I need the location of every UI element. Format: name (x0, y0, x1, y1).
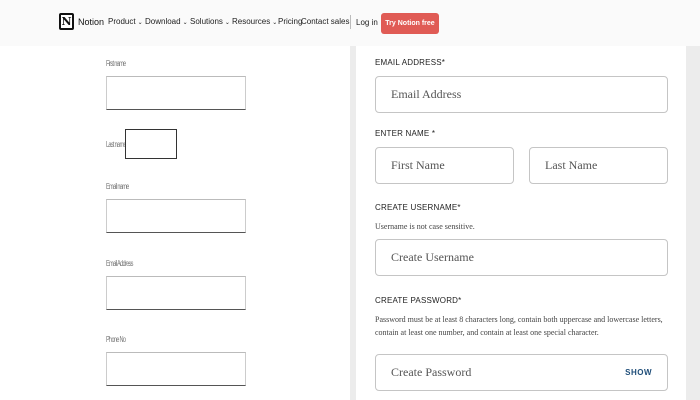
email-name-field[interactable] (106, 199, 246, 233)
right-form-panel: EMAIL ADDRESS* Email Address ENTER NAME … (356, 46, 686, 400)
phone-label: Phone No (106, 335, 126, 344)
nav-item-resources[interactable]: Resources ⌄ (232, 17, 277, 26)
email-address-input[interactable]: Email Address (375, 76, 668, 113)
first-name-field[interactable] (106, 76, 246, 110)
nav-item-pricing[interactable]: Pricing (278, 17, 302, 26)
last-name-input[interactable]: Last Name (529, 147, 668, 184)
left-form-panel: First name Last name Email name Email Ad… (0, 46, 350, 400)
first-name-label: First name (106, 59, 126, 68)
username-help-text: Username is not case sensitive. (375, 222, 475, 231)
enter-name-label: ENTER NAME * (375, 129, 436, 138)
nav-item-contact-sales[interactable]: Contact sales (301, 17, 349, 26)
chevron-down-icon: ⌄ (182, 20, 188, 26)
email-address-label: Email Address (106, 259, 133, 268)
phone-field[interactable] (106, 352, 246, 386)
email-address-field[interactable] (106, 276, 246, 310)
create-username-label: CREATE USERNAME* (375, 203, 461, 212)
nav-item-solutions[interactable]: Solutions ⌄ (190, 17, 230, 26)
nav-item-download[interactable]: Download ⌄ (145, 17, 188, 26)
nav-item-product[interactable]: Product ⌄ (108, 17, 143, 26)
last-name-field[interactable] (125, 129, 177, 159)
show-password-button[interactable]: SHOW (625, 355, 652, 390)
login-link[interactable]: Log in (356, 18, 378, 27)
email-address-label: EMAIL ADDRESS* (375, 58, 446, 67)
first-name-input[interactable]: First Name (375, 147, 514, 184)
chevron-down-icon: ⌄ (272, 20, 278, 26)
chevron-down-icon: ⌄ (137, 20, 143, 26)
chevron-down-icon: ⌄ (224, 20, 230, 26)
nav-divider (350, 15, 351, 29)
email-name-label: Email name (106, 182, 129, 191)
create-password-label: CREATE PASSWORD* (375, 296, 462, 305)
password-help-text: Password must be at least 8 characters l… (375, 315, 663, 337)
brand-name[interactable]: Notion (78, 17, 104, 27)
try-notion-free-button[interactable]: Try Notion free (381, 13, 439, 34)
create-username-input[interactable]: Create Username (375, 239, 668, 276)
notion-logo-icon[interactable]: N (59, 13, 74, 30)
create-password-input[interactable]: Create Password SHOW (375, 354, 668, 391)
password-placeholder: Create Password (391, 365, 472, 379)
last-name-label: Last name (106, 140, 127, 149)
top-nav: N Notion Product ⌄ Download ⌄ Solutions ⌄ R… (0, 0, 700, 46)
